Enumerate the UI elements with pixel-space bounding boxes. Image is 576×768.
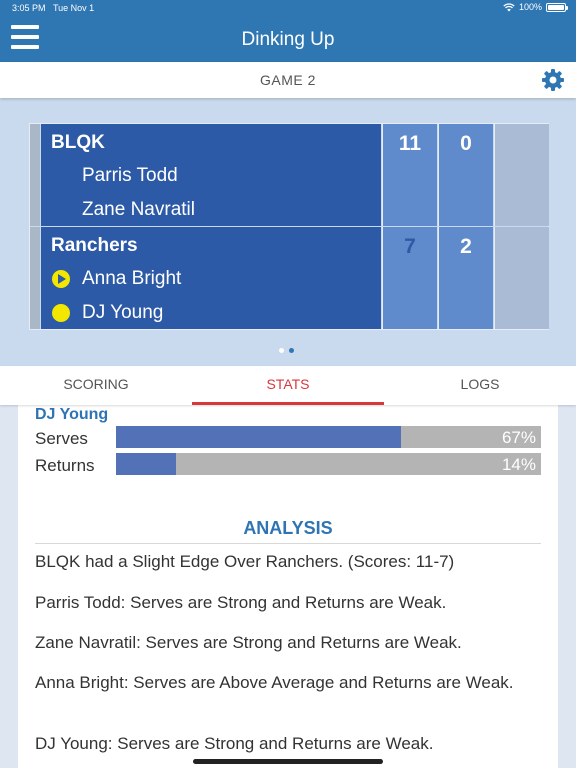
status-time: 3:05 PM [12, 3, 46, 13]
analysis-line: DJ Young: Serves are Strong and Returns … [35, 734, 434, 753]
stats-player-name: DJ Young [35, 406, 109, 423]
score-value: 11 [398, 132, 422, 155]
status-bar: 3:05 PM Tue Nov 1 100% [0, 0, 576, 16]
team-row-2: Ranchers Anna Bright DJ Young 7 2 [30, 227, 549, 329]
tab-label: LOGS [460, 376, 500, 392]
stat-bar-track: 67% [116, 426, 541, 448]
analysis-line: Zane Navratil: Serves are Strong and Ret… [35, 633, 462, 652]
team-panel: Ranchers Anna Bright DJ Young [41, 227, 381, 329]
gear-icon[interactable] [541, 68, 565, 92]
stat-bar-fill [116, 426, 401, 448]
score-value: 7 [404, 235, 416, 258]
analysis-line: Parris Todd: Serves are Strong and Retur… [35, 593, 447, 612]
tab-bar: SCORING STATS LOGS [0, 366, 576, 405]
nav-bar: Dinking Up [0, 16, 576, 62]
active-tab-underline [192, 402, 384, 405]
stat-row-serves: Serves 67% [35, 426, 545, 450]
stats-panel: DJ Young Serves 67% Returns 14% ANALYSIS… [18, 405, 558, 768]
tab-scoring[interactable]: SCORING [0, 366, 192, 405]
team-row-1: BLQK Parris Todd Zane Navratil 11 0 [30, 124, 549, 226]
score-cell-game-1: 7 [382, 227, 437, 329]
team-strip [30, 227, 40, 329]
stat-bar-track: 14% [116, 453, 541, 475]
battery-icon [546, 2, 568, 12]
score-cell-game-2: 0 [438, 124, 493, 226]
stat-row-returns: Returns 14% [35, 453, 545, 477]
page-dot[interactable] [279, 348, 284, 353]
game-header: GAME 2 [0, 62, 576, 98]
home-indicator [193, 759, 383, 764]
tab-logs[interactable]: LOGS [384, 366, 576, 405]
game-label: GAME 2 [260, 72, 316, 88]
tab-label: STATS [266, 376, 310, 392]
score-value: 2 [460, 235, 472, 258]
page-indicator [279, 348, 294, 353]
serve-ball-icon [52, 304, 70, 322]
score-cell-game-3 [494, 227, 549, 329]
analysis-heading: ANALYSIS [243, 518, 333, 538]
stat-bar-fill [116, 453, 176, 475]
wifi-icon [503, 2, 515, 11]
score-value: 0 [460, 132, 472, 155]
player-name: Parris Todd [82, 165, 178, 186]
status-right: 100% [503, 2, 568, 12]
stat-label: Returns [35, 456, 95, 475]
analysis-line: BLQK had a Slight Edge Over Ranchers. (S… [35, 552, 455, 571]
player-name: DJ Young [82, 302, 164, 323]
team-strip [30, 124, 40, 226]
team-panel: BLQK Parris Todd Zane Navratil [41, 124, 381, 226]
stat-percent: 67% [501, 428, 536, 447]
stat-percent: 14% [501, 455, 536, 474]
app-title: Dinking Up [241, 29, 335, 50]
score-cell-game-1: 11 [382, 124, 437, 226]
player-name: Zane Navratil [82, 199, 195, 220]
team-name: BLQK [51, 132, 105, 153]
serve-play-icon [52, 270, 70, 288]
tab-label: SCORING [63, 376, 129, 392]
battery-percent: 100% [518, 2, 542, 12]
stat-label: Serves [35, 429, 88, 448]
tab-stats[interactable]: STATS [192, 366, 384, 405]
divider [35, 543, 541, 544]
scoreboard: BLQK Parris Todd Zane Navratil 11 0 Ranc… [29, 123, 549, 330]
player-name: Anna Bright [82, 268, 182, 289]
stats-scroll-area[interactable]: DJ Young Serves 67% Returns 14% ANALYSIS… [0, 405, 576, 768]
page-dot-active[interactable] [289, 348, 294, 353]
scoreboard-area: BLQK Parris Todd Zane Navratil 11 0 Ranc… [0, 98, 576, 366]
analysis-line: Anna Bright: Serves are Above Average an… [35, 673, 514, 692]
team-name: Ranchers [51, 235, 138, 256]
status-date: Tue Nov 1 [53, 3, 95, 13]
score-cell-game-2: 2 [438, 227, 493, 329]
score-cell-game-3 [494, 124, 549, 226]
